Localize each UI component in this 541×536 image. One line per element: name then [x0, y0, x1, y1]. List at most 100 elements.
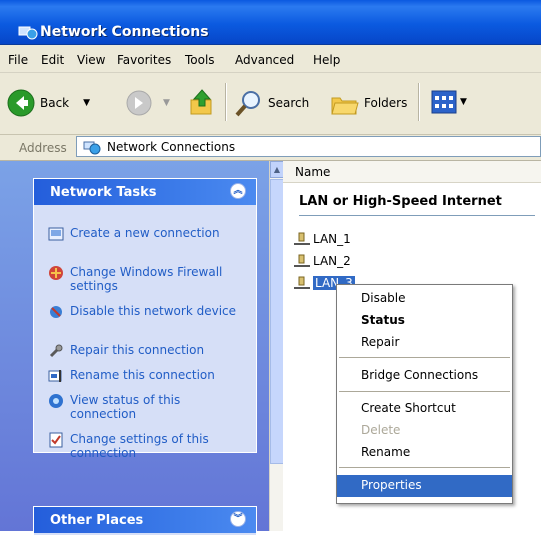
network-tasks-title: Network Tasks: [50, 185, 157, 200]
menu-bar: File Edit View Favorites Tools Advanced …: [0, 45, 541, 73]
scroll-up-icon[interactable]: ▲: [270, 161, 284, 178]
task-firewall-settings[interactable]: Change Windows Firewall settings: [48, 265, 248, 293]
forward-dropdown-icon[interactable]: ▼: [163, 98, 170, 108]
address-field[interactable]: Network Connections: [76, 136, 541, 157]
firewall-icon: [49, 266, 63, 280]
menu-view[interactable]: View: [77, 53, 105, 67]
menu-item-label: Disable: [361, 291, 406, 305]
menu-favorites[interactable]: Favorites: [117, 53, 171, 67]
network-connections-icon: [18, 26, 38, 40]
menu-item-label: Rename: [361, 445, 411, 459]
network-cable-icon: [294, 276, 310, 289]
other-places-panel: Other Places ︾: [33, 506, 257, 536]
address-label: Address: [19, 141, 67, 155]
menu-item-disable[interactable]: Disable: [337, 288, 512, 310]
task-label: Repair this connection: [70, 343, 205, 357]
context-menu: Disable Status Repair Bridge Connections…: [336, 284, 513, 504]
menu-separator: [339, 391, 510, 392]
forward-button[interactable]: ▼: [125, 89, 170, 117]
collapse-chevron-icon[interactable]: ︽: [230, 183, 246, 199]
menu-item-properties[interactable]: Properties: [337, 475, 512, 497]
search-label: Search: [268, 96, 310, 110]
menu-item-rename[interactable]: Rename: [337, 442, 512, 464]
menu-advanced[interactable]: Advanced: [235, 53, 294, 67]
connection-item-lan2[interactable]: LAN_2: [293, 254, 351, 268]
connection-label: LAN_2: [313, 254, 351, 268]
task-label: Change Windows Firewall settings: [70, 265, 223, 293]
task-pane: Network Tasks ︽ Create a new connection …: [0, 161, 269, 536]
task-label: Create a new connection: [70, 226, 220, 240]
task-repair-connection[interactable]: Repair this connection: [48, 343, 248, 359]
task-label: Change settings of this connection: [70, 432, 209, 460]
menu-item-create-shortcut[interactable]: Create Shortcut: [337, 398, 512, 420]
title-bar[interactable]: Network Connections: [0, 0, 541, 45]
network-connections-icon: [83, 141, 101, 155]
menu-separator: [339, 357, 510, 358]
status-icon: [49, 394, 63, 408]
folders-label: Folders: [364, 96, 408, 110]
task-disable-device[interactable]: Disable this network device: [48, 304, 248, 320]
menu-separator: [339, 467, 510, 468]
menu-help[interactable]: Help: [313, 53, 340, 67]
task-rename-connection[interactable]: Rename this connection: [48, 368, 248, 384]
menu-item-repair[interactable]: Repair: [337, 332, 512, 354]
forward-arrow-icon: [126, 90, 152, 116]
group-divider: [299, 215, 535, 216]
folders-icon: [331, 97, 359, 115]
column-header-name[interactable]: Name: [295, 165, 330, 179]
window-title: Network Connections: [40, 24, 209, 40]
search-button[interactable]: Search: [234, 88, 309, 118]
task-label: View status of this connection: [70, 393, 181, 421]
menu-item-delete: Delete: [337, 420, 512, 442]
views-dropdown-icon[interactable]: ▼: [460, 97, 467, 107]
expand-chevron-icon[interactable]: ︾: [230, 511, 246, 527]
back-button[interactable]: Back ▼: [6, 88, 90, 118]
task-change-settings[interactable]: Change settings of this connection: [48, 432, 248, 460]
group-title: LAN or High-Speed Internet: [299, 194, 502, 209]
folders-button[interactable]: Folders: [330, 88, 407, 118]
back-arrow-icon: [7, 89, 35, 117]
task-label: Disable this network device: [70, 304, 237, 318]
menu-item-label: Properties: [361, 478, 422, 492]
scroll-thumb[interactable]: [270, 179, 284, 464]
menu-file[interactable]: File: [8, 53, 28, 67]
other-places-header[interactable]: Other Places ︾: [34, 507, 256, 533]
menu-tools[interactable]: Tools: [185, 53, 215, 67]
rename-icon: [48, 370, 62, 382]
search-icon: [235, 91, 260, 117]
connection-label: LAN_1: [313, 232, 351, 246]
network-cable-icon: [294, 254, 310, 267]
toolbar-separator: [225, 83, 227, 121]
views-icon: [431, 90, 457, 114]
network-tasks-panel: Network Tasks ︽ Create a new connection …: [33, 178, 257, 460]
column-header-bar: Name: [283, 161, 541, 183]
back-dropdown-icon[interactable]: ▼: [83, 98, 90, 108]
task-create-connection[interactable]: Create a new connection: [48, 226, 248, 242]
toolbar: Back ▼ ▼ Search Folders ▼: [0, 73, 541, 135]
network-tasks-header[interactable]: Network Tasks ︽: [34, 179, 256, 205]
menu-item-label: Delete: [361, 423, 401, 437]
disable-device-icon: [50, 306, 62, 318]
menu-item-label: Create Shortcut: [361, 401, 456, 415]
toolbar-separator: [418, 83, 420, 121]
views-button[interactable]: ▼: [431, 90, 467, 114]
repair-icon: [49, 344, 63, 358]
task-view-status[interactable]: View status of this connection: [48, 393, 248, 421]
address-bar: Address Network Connections: [0, 135, 541, 161]
back-label: Back: [40, 96, 70, 110]
vertical-scrollbar[interactable]: ▲: [269, 161, 284, 531]
menu-edit[interactable]: Edit: [41, 53, 64, 67]
menu-item-label: Status: [361, 313, 405, 327]
connection-item-lan1[interactable]: LAN_1: [293, 232, 351, 246]
menu-item-bridge[interactable]: Bridge Connections: [337, 365, 512, 387]
network-cable-icon: [294, 232, 310, 245]
address-value: Network Connections: [107, 140, 236, 154]
up-folder-button[interactable]: [188, 88, 216, 118]
menu-item-label: Bridge Connections: [361, 368, 479, 382]
task-label: Rename this connection: [70, 368, 215, 382]
settings-icon: [49, 432, 63, 448]
menu-item-status[interactable]: Status: [337, 310, 512, 332]
up-folder-icon: [190, 89, 212, 115]
new-connection-icon: [48, 227, 64, 241]
menu-item-label: Repair: [361, 335, 400, 349]
